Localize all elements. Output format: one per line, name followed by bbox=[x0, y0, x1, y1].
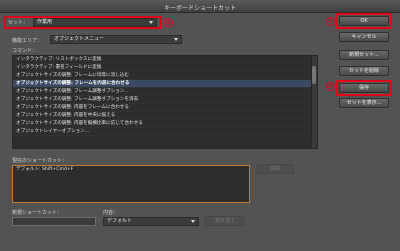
scroll-thumb[interactable] bbox=[312, 66, 316, 84]
command-row[interactable]: オブジェクトサイズの調整: フレーム調整オプション... bbox=[13, 88, 317, 96]
commands-label: コマンド： bbox=[12, 48, 38, 54]
cancel-button[interactable]: キャンセル bbox=[339, 32, 389, 42]
commands-list[interactable]: インタラクティブ: リストボックスに変換 インタラクティブ: 署名フィールドに変換… bbox=[12, 55, 318, 149]
badge-2: ② bbox=[326, 17, 335, 26]
assign-button[interactable]: 割り当て bbox=[205, 216, 245, 226]
command-row[interactable]: オブジェクトサイズの調整: フレーム調整オプションを消去 bbox=[13, 96, 317, 104]
shortcut-entry[interactable]: デフォルト: Shift+Cmd+F bbox=[13, 166, 249, 174]
chevron-down-icon bbox=[191, 220, 195, 223]
context-label: 内容： bbox=[103, 210, 119, 216]
chevron-down-icon bbox=[149, 21, 153, 24]
title-bar: キーボードショートカット bbox=[0, 0, 400, 13]
area-select[interactable]: オブジェクトメニュー bbox=[50, 35, 182, 44]
current-shortcut-list[interactable]: デフォルト: Shift+Cmd+F bbox=[12, 165, 250, 203]
commands-scrollbar[interactable] bbox=[311, 56, 317, 148]
area-select-value: オブジェクトメニュー bbox=[54, 36, 105, 42]
context-select[interactable]: デフォルト bbox=[103, 217, 199, 226]
command-row[interactable]: オブジェクトサイズの調整: 内容を中央に揃える bbox=[13, 112, 317, 120]
set-label: セット： bbox=[8, 20, 29, 26]
remove-button[interactable]: 削除 bbox=[256, 164, 294, 174]
window-title: キーボードショートカット bbox=[163, 5, 236, 12]
save-button[interactable]: 保存 bbox=[339, 83, 389, 93]
command-row[interactable]: インタラクティブ: リストボックスに変換 bbox=[13, 56, 317, 64]
command-row[interactable]: オブジェクトサイズの調整: 内容を縦横比率に応じて合わせる bbox=[13, 120, 317, 128]
command-row[interactable]: インタラクティブ: 署名フィールドに変換 bbox=[13, 64, 317, 72]
delete-set-button[interactable]: セットを削除 bbox=[339, 66, 389, 76]
ok-button[interactable]: OK bbox=[339, 16, 389, 26]
set-select[interactable]: 作業用 bbox=[33, 18, 157, 27]
badge-3: ③ bbox=[326, 82, 335, 91]
command-row[interactable]: オブジェクトサイズの調整: フレームに均等に流し込む bbox=[13, 72, 317, 80]
new-shortcut-input[interactable] bbox=[12, 217, 96, 226]
new-set-button[interactable]: 新規セット... bbox=[339, 50, 389, 60]
badge-1: ① bbox=[164, 18, 173, 27]
show-set-button[interactable]: セットを表示... bbox=[339, 98, 389, 108]
area-label: 機能エリア： bbox=[12, 38, 43, 44]
new-shortcut-label: 新規ショートカット： bbox=[12, 210, 63, 216]
command-row[interactable]: オブジェクトレイヤーオプション... bbox=[13, 128, 317, 136]
chevron-down-icon bbox=[174, 38, 178, 41]
current-shortcut-label: 現在のショートカット： bbox=[12, 158, 68, 164]
command-row[interactable]: オブジェクトサイズの調整: フレームを内容に合わせる bbox=[13, 80, 317, 88]
context-select-value: デフォルト bbox=[107, 218, 133, 224]
command-row[interactable]: オブジェクトサイズの調整: 内容をフレームに合わせる bbox=[13, 104, 317, 112]
set-select-value: 作業用 bbox=[37, 19, 53, 25]
